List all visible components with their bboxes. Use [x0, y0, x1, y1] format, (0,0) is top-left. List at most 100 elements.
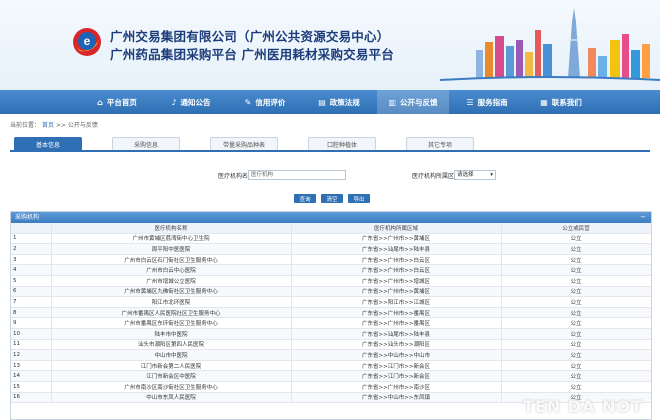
panel-header: 采购机构 − [11, 212, 651, 223]
watermark-text: TEN DA NOT [523, 397, 643, 416]
org-name-cell[interactable]: 周平阳中医医院 [51, 243, 292, 255]
row-index: 11 [11, 339, 52, 351]
org-region-cell: 广东省>>汕尾市>>陆丰县 [291, 243, 502, 255]
org-name-cell[interactable]: 汕头市潮阳区第四人民医院 [51, 339, 292, 351]
row-index: 12 [11, 349, 52, 361]
home-icon: ⌂ [97, 97, 103, 107]
org-name-cell[interactable]: 陆丰市中医院 [51, 328, 292, 340]
column-header[interactable]: 公立或民营 [501, 223, 651, 234]
org-name-cell[interactable]: 广州市番禺区人民医院社区卫生服务中心 [51, 307, 292, 319]
table-row[interactable]: 12 中山市中医院 广东省>>中山市>>中山市 公立 [11, 349, 651, 361]
org-region-cell: 广东省>>中山市>>东凤镇 [291, 392, 502, 404]
ownership-cell: 公立 [501, 286, 651, 298]
table-row[interactable]: 2 周平阳中医医院 广东省>>汕尾市>>陆丰县 公立 [11, 243, 651, 255]
table-row[interactable]: 5 广州市增城公立医院 广东省>>广州市>>增城区 公立 [11, 275, 651, 287]
nav-item-policy[interactable]: ▤ 政策法规 [303, 90, 375, 114]
org-name-cell[interactable]: 江门市新会第二人民医院 [51, 360, 292, 372]
list-icon: ☰ [466, 97, 474, 107]
table-row[interactable]: 14 江门市新会区中医院 广东省>>江门市>>新会区 公立 [11, 370, 651, 382]
column-header [11, 223, 52, 234]
content-tabs: 基本信息 采购信息 带量采购品种表 口腔种植体 其它专项 [10, 135, 650, 152]
row-index: 4 [11, 264, 52, 276]
org-name-input[interactable]: 医疗机构 [248, 170, 346, 180]
org-region-select[interactable]: 请选择 ▾ [454, 170, 496, 180]
org-region-cell: 广东省>>阳江市>>江城区 [291, 296, 502, 308]
logo-icon: e [73, 28, 101, 56]
ownership-cell: 公立 [501, 233, 651, 245]
org-name-cell[interactable]: 中山市东凤人民医院 [51, 392, 292, 404]
ownership-cell: 公立 [501, 264, 651, 276]
nav-item-notices[interactable]: ♪ 通知公告 [155, 90, 227, 114]
table-row[interactable]: 1 广州市黄埔区荔湾街中心卫生院 广东省>>广州市>>黄埔区 公立 [11, 233, 651, 245]
org-name-cell[interactable]: 广州市黄埔区九佛街社区卫生服务中心 [51, 286, 292, 298]
column-header[interactable]: 医疗机构名称 [51, 223, 292, 234]
table-row[interactable]: 8 广州市番禺区人民医院社区卫生服务中心 广东省>>广州市>>番禺区 公立 [11, 307, 651, 319]
tab-purchase-info[interactable]: 采购信息 [112, 137, 180, 150]
table-row[interactable]: 11 汕头市潮阳区第四人民医院 广东省>>汕头市>>潮阳区 公立 [11, 339, 651, 351]
table-row[interactable]: 4 广州市白云中心医院 广东省>>广州市>>白云区 公立 [11, 264, 651, 276]
row-index: 5 [11, 275, 52, 287]
nav-item-contact[interactable]: ▦ 联系我们 [525, 90, 597, 114]
org-name-cell[interactable]: 广州市增城公立医院 [51, 275, 292, 287]
ownership-cell: 公立 [501, 254, 651, 266]
column-header[interactable]: 医疗机构所属区域 [291, 223, 502, 234]
tab-volume-purchase[interactable]: 带量采购品种表 [210, 137, 278, 150]
nav-item-credit[interactable]: ✎ 信用评价 [229, 90, 301, 114]
table-header-row: 医疗机构名称 医疗机构所属区域 公立或民营 [11, 223, 651, 234]
row-index: 10 [11, 328, 52, 340]
table-row[interactable]: 9 广州市番禺区东环街社区卫生服务中心 广东省>>广州市>>番禺区 公立 [11, 317, 651, 329]
tab-other-special[interactable]: 其它专项 [406, 137, 474, 150]
table-row[interactable]: 13 江门市新会第二人民医院 广东省>>江门市>>新会区 公立 [11, 360, 651, 372]
org-name-cell[interactable]: 江门市新会区中医院 [51, 370, 292, 382]
ownership-cell: 公立 [501, 360, 651, 372]
reset-button[interactable]: 清空 [321, 194, 343, 203]
search-button[interactable]: 查询 [294, 194, 316, 203]
tab-basic-info[interactable]: 基本信息 [14, 137, 82, 150]
nav-item-label: 联系我们 [551, 97, 582, 107]
table-row[interactable]: 6 广州市黄埔区九佛街社区卫生服务中心 广东省>>广州市>>黄埔区 公立 [11, 286, 651, 298]
ownership-cell: 公立 [501, 339, 651, 351]
nav-item-guide[interactable]: ☰ 服务指南 [451, 90, 523, 114]
org-region-cell: 广东省>>汕尾市>>陆丰县 [291, 328, 502, 340]
table-row[interactable]: 15 广州市南沙区南沙街社区卫生服务中心 广东省>>广州市>>南沙区 公立 [11, 381, 651, 393]
row-index: 8 [11, 307, 52, 319]
row-index: 16 [11, 392, 52, 404]
org-name-cell[interactable]: 广州市白云区石门街社区卫生服务中心 [51, 254, 292, 266]
org-name-cell[interactable]: 广州市番禺区东环街社区卫生服务中心 [51, 317, 292, 329]
row-index: 1 [11, 233, 52, 245]
ownership-cell: 公立 [501, 243, 651, 255]
table-row[interactable]: 10 陆丰市中医院 广东省>>汕尾市>>陆丰县 公立 [11, 328, 651, 340]
org-name-cell[interactable]: 中山市中医院 [51, 349, 292, 361]
org-name-cell[interactable]: 广州市南沙区南沙街社区卫生服务中心 [51, 381, 292, 393]
table-row[interactable]: 3 广州市白云区石门街社区卫生服务中心 广东省>>广州市>>白云区 公立 [11, 254, 651, 266]
site-title-line1: 广州交易集团有限公司（广州公共资源交易中心） [110, 29, 390, 44]
nav-item-disclosure[interactable]: ▥ 公开与反馈 [377, 90, 449, 114]
breadcrumb-home-link[interactable]: 首页 [42, 122, 54, 129]
results-table: 医疗机构名称 医疗机构所属区域 公立或民营 1 广州市黄埔区荔湾街中心卫生院 广东省… [11, 223, 651, 404]
row-index: 3 [11, 254, 52, 266]
org-name-cell[interactable]: 广州市黄埔区荔湾街中心卫生院 [51, 233, 292, 245]
tab-dental-implant[interactable]: 口腔种植体 [308, 137, 376, 150]
site-header: e 广州交易集团有限公司（广州公共资源交易中心） 广州药品集团采购平台 广州医用… [0, 0, 660, 90]
document-icon: ▤ [318, 97, 326, 107]
table-body: 1 广州市黄埔区荔湾街中心卫生院 广东省>>广州市>>黄埔区 公立 2 周平阳中医医院 广东… [11, 233, 651, 404]
ownership-cell: 公立 [501, 275, 651, 287]
org-region-cell: 广东省>>广州市>>番禺区 [291, 317, 502, 329]
edit-icon: ✎ [244, 97, 252, 107]
org-region-cell: 广东省>>广州市>>南沙区 [291, 381, 502, 393]
chart-icon: ▥ [388, 97, 397, 107]
org-name-cell[interactable]: 广州市白云中心医院 [51, 264, 292, 276]
table-row[interactable]: 7 阳江市北环医院 广东省>>阳江市>>江城区 公立 [11, 296, 651, 308]
bell-icon: ♪ [171, 97, 177, 107]
org-name-cell[interactable]: 阳江市北环医院 [51, 296, 292, 308]
export-button[interactable]: 导出 [348, 194, 370, 203]
nav-item-home[interactable]: ⌂ 平台首页 [81, 90, 153, 114]
org-region-cell: 广东省>>江门市>>新会区 [291, 360, 502, 372]
row-index: 7 [11, 296, 52, 308]
main-nav: ⌂ 平台首页 ♪ 通知公告 ✎ 信用评价 ▤ 政策法规 ▥ 公开与反馈 ☰ 服务… [0, 90, 660, 114]
row-index: 9 [11, 317, 52, 329]
nav-item-label: 平台首页 [106, 97, 137, 107]
nav-item-label: 政策法规 [329, 97, 360, 107]
ownership-cell: 公立 [501, 328, 651, 340]
collapse-icon[interactable]: − [640, 212, 646, 223]
